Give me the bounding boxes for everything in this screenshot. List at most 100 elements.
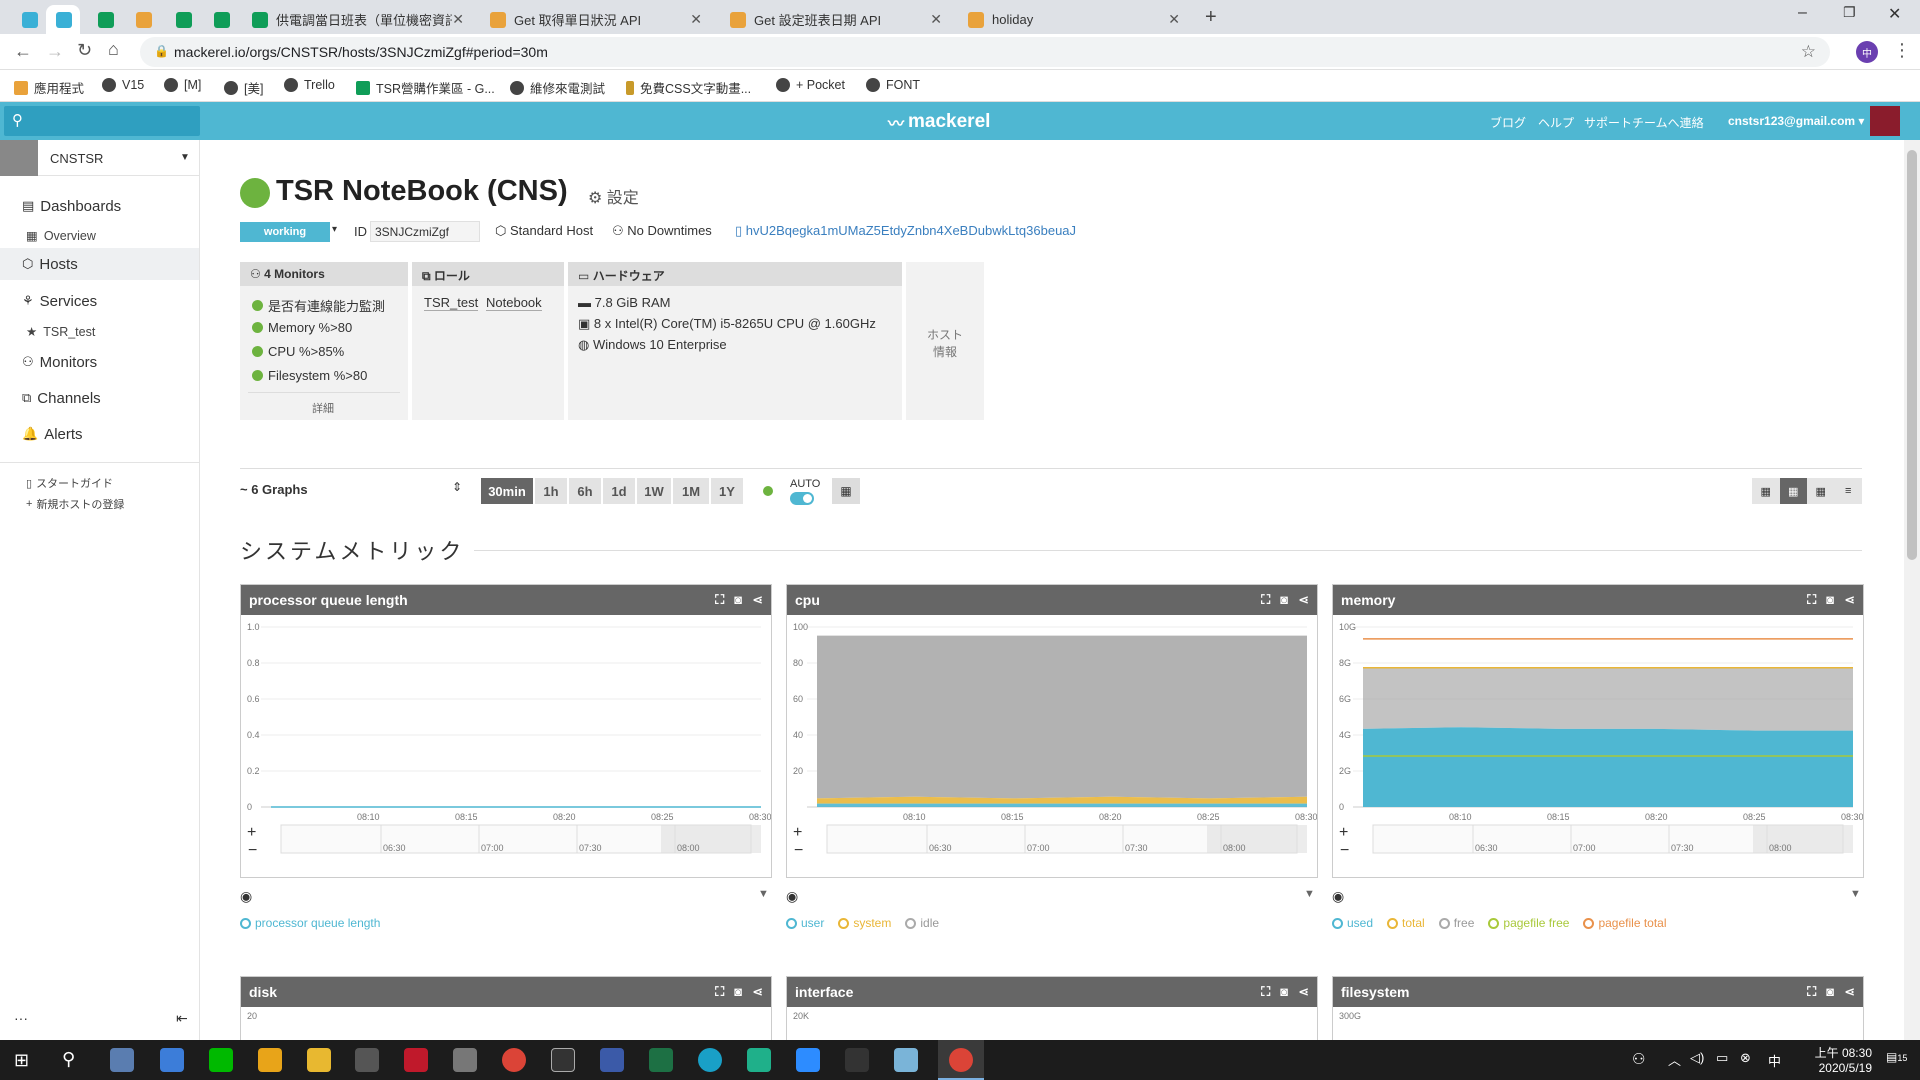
- bookmark-star-icon[interactable]: ☆: [1801, 42, 1816, 62]
- legend-item[interactable]: pagefile total: [1583, 916, 1667, 930]
- expand-icon[interactable]: ⛶: [1807, 592, 1816, 608]
- tab-mackerel-2[interactable]: [46, 5, 80, 34]
- sidebar-item-services[interactable]: ⚘ Services: [0, 285, 199, 317]
- browser-icon[interactable]: [698, 1048, 722, 1072]
- start-guide-link[interactable]: ▯ スタートガイド: [26, 475, 113, 491]
- tab-schedule-sheet[interactable]: 供電調當日班表（單位機密資訊 ✕: [242, 5, 474, 34]
- bookmark-font[interactable]: FONT: [866, 78, 920, 92]
- camera-icon[interactable]: ◙: [1280, 592, 1288, 608]
- bookmark-pocket[interactable]: + Pocket: [776, 78, 845, 92]
- camera-icon[interactable]: ◙: [1826, 984, 1834, 1000]
- legend-item[interactable]: user: [786, 916, 824, 930]
- legend-item[interactable]: total: [1387, 916, 1425, 930]
- status-x-icon[interactable]: ⊗: [1740, 1050, 1751, 1066]
- url-field[interactable]: 🔒 mackerel.io/orgs/CNSTSR/hosts/3SNJCzmi…: [140, 37, 1830, 67]
- tab-get-daily-api[interactable]: Get 取得單日狀況 API ✕: [480, 5, 712, 34]
- legend-toggle-icon[interactable]: ◉: [240, 888, 252, 905]
- bookmark-css-anim[interactable]: 免費CSS文字動畫...: [626, 78, 751, 97]
- memory-chart[interactable]: 10G 8G 6G 4G 2G 0 08:10 08:15 08:20 08:25 08:30 +− 0…: [1333, 615, 1864, 877]
- bookmark-mei[interactable]: [美]: [224, 78, 263, 97]
- tab-sheets-2[interactable]: [166, 5, 200, 34]
- auto-refresh-toggle[interactable]: [790, 492, 814, 505]
- role-service-link[interactable]: TSR_test: [424, 295, 479, 311]
- role-name-link[interactable]: Notebook: [486, 295, 542, 311]
- sidebar-item-dashboards[interactable]: ▤ Dashboards: [0, 190, 199, 222]
- camera-icon[interactable]: ◙: [734, 592, 742, 608]
- close-icon[interactable]: ✕: [690, 11, 702, 28]
- share-icon[interactable]: ⋖: [752, 984, 763, 1000]
- minimize-window-button[interactable]: –: [1798, 4, 1807, 22]
- remote-desktop-icon[interactable]: [600, 1048, 624, 1072]
- tab-sheets-1[interactable]: [88, 5, 122, 34]
- zoom-icon[interactable]: [796, 1048, 820, 1072]
- network-icon[interactable]: ▭: [1716, 1050, 1728, 1066]
- cpu-chart[interactable]: 100 80 60 40 20 08:10 08:15 08:20 08:25 08:30 +− 06…: [787, 615, 1318, 877]
- camera-icon[interactable]: ◙: [1280, 984, 1288, 1000]
- bookmark-repair-test[interactable]: 維修來電測試: [510, 78, 605, 97]
- share-icon[interactable]: ⋖: [1844, 592, 1855, 608]
- windows-start-icon[interactable]: ⊞: [14, 1050, 29, 1071]
- monitor-item[interactable]: 是否有連線能力監測: [252, 296, 385, 315]
- calendar-button[interactable]: ▦: [832, 478, 860, 504]
- sidebar-item-overview[interactable]: ▦ Overview: [26, 228, 96, 244]
- ms-app-icon[interactable]: [404, 1048, 428, 1072]
- nav-link-support[interactable]: サポートチームへ連絡: [1584, 114, 1704, 131]
- page-scrollbar[interactable]: [1904, 140, 1920, 1040]
- search-input[interactable]: ⚲: [4, 106, 200, 136]
- org-switcher[interactable]: CNSTSR ▼: [0, 140, 199, 176]
- legend-item[interactable]: system: [838, 916, 891, 930]
- 7zip-icon[interactable]: [551, 1048, 575, 1072]
- volume-icon[interactable]: ◁): [1690, 1050, 1704, 1066]
- ime-indicator[interactable]: 中: [1768, 1051, 1781, 1070]
- tab-sheets-3[interactable]: [204, 5, 238, 34]
- search-icon[interactable]: ⚲: [62, 1049, 75, 1070]
- maximize-window-button[interactable]: ❐: [1843, 4, 1856, 21]
- host-id-field[interactable]: 3SNJCzmiZgf: [370, 221, 480, 242]
- period-30min-button[interactable]: 30min: [481, 478, 533, 504]
- sort-arrows-icon[interactable]: ⇕: [452, 480, 462, 494]
- tab-holiday[interactable]: holiday ✕: [958, 5, 1190, 34]
- monitor-item[interactable]: Filesystem %>80: [252, 368, 367, 383]
- legend-toggle-icon[interactable]: ◉: [1332, 888, 1344, 905]
- close-icon[interactable]: ✕: [452, 11, 464, 28]
- notes-icon[interactable]: [747, 1048, 771, 1072]
- monitor-item[interactable]: CPU %>85%: [252, 344, 344, 359]
- period-1h-button[interactable]: 1h: [535, 478, 567, 504]
- camera-icon[interactable]: ◙: [1826, 592, 1834, 608]
- camera-icon[interactable]: ◙: [734, 984, 742, 1000]
- downtime-status[interactable]: ⚇ No Downtimes: [612, 223, 712, 239]
- tab-set-date-api[interactable]: Get 設定班表日期 API ✕: [720, 5, 952, 34]
- host-info-button[interactable]: ホスト 情報: [906, 262, 984, 420]
- legend-toggle-icon[interactable]: ◉: [786, 888, 798, 905]
- share-icon[interactable]: ⋖: [1298, 592, 1309, 608]
- close-icon[interactable]: ✕: [930, 11, 942, 28]
- mail-icon[interactable]: [258, 1048, 282, 1072]
- legend-item[interactable]: pagefile free: [1488, 916, 1569, 930]
- close-icon[interactable]: ✕: [1168, 11, 1180, 28]
- graph-count-selector[interactable]: ~ 6 Graphs: [240, 482, 308, 497]
- new-tab-button[interactable]: +: [1205, 6, 1217, 29]
- calculator-icon[interactable]: [355, 1048, 379, 1072]
- period-1d-button[interactable]: 1d: [603, 478, 635, 504]
- expand-icon[interactable]: ⛶: [1807, 984, 1816, 1000]
- legend-item[interactable]: used: [1332, 916, 1373, 930]
- reload-icon[interactable]: ↻: [77, 40, 92, 61]
- media-icon[interactable]: [845, 1048, 869, 1072]
- profile-avatar[interactable]: 中: [1856, 41, 1878, 63]
- file-explorer-icon[interactable]: [307, 1048, 331, 1072]
- more-menu[interactable]: ···: [14, 1010, 28, 1026]
- tab-postman[interactable]: [126, 5, 160, 34]
- notification-center-icon[interactable]: ▤15: [1886, 1050, 1907, 1064]
- tab-mackerel-1[interactable]: [12, 5, 46, 34]
- forward-icon[interactable]: →: [46, 41, 64, 62]
- layout-list-icon[interactable]: ≡: [1835, 478, 1863, 504]
- share-icon[interactable]: ⋖: [1844, 984, 1855, 1000]
- status-dropdown-caret-icon[interactable]: ▾: [332, 224, 337, 235]
- period-1y-button[interactable]: 1Y: [711, 478, 743, 504]
- taskview-icon[interactable]: [110, 1048, 134, 1072]
- legend-item[interactable]: free: [1438, 916, 1474, 930]
- expand-icon[interactable]: ⛶: [715, 592, 724, 608]
- bookmark-apps[interactable]: 應用程式: [14, 78, 84, 97]
- bookmark-m[interactable]: [M]: [164, 78, 201, 92]
- sidebar-item-tsr-test[interactable]: ★ TSR_test: [26, 324, 95, 340]
